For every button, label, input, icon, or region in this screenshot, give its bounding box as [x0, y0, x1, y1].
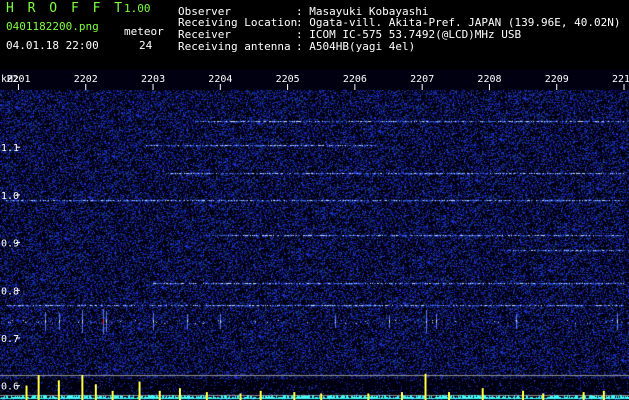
y-axis-ticks: 1.1 1.0 0.9 0.8 0.7 0.6	[1, 143, 20, 393]
meteor-bar	[400, 392, 403, 400]
file-name: 0401182200.png	[6, 20, 99, 33]
y-tick-label: 1.0	[1, 191, 19, 202]
meteor-bar	[111, 390, 114, 400]
meteor-bar	[522, 390, 525, 400]
header-panel: H R O F F T 1.00 0401182200.png 04.01.18…	[0, 0, 629, 70]
meteor-bar	[367, 393, 370, 400]
y-tick-label: 0.8	[1, 286, 19, 297]
meteor-bar	[81, 375, 84, 400]
x-tick-label: 2204	[208, 74, 232, 85]
app-version: 1.00	[124, 2, 151, 15]
app-name: H R O F F T	[6, 1, 126, 16]
meteor-bar	[448, 392, 451, 400]
y-tick-label: 0.9	[1, 239, 19, 250]
y-tick-label: 1.1	[1, 143, 19, 154]
meteor-bar	[259, 390, 262, 400]
y-tick-label: 0.7	[1, 334, 19, 345]
x-tick-label: 2205	[276, 74, 300, 85]
x-tick-label: 2210	[612, 74, 629, 85]
chart-marks	[25, 373, 605, 400]
info-value-antenna: : A504HB(yagi 4el)	[296, 40, 416, 53]
x-tick-label: 2206	[343, 74, 367, 85]
meteor-count: 24	[139, 39, 153, 52]
meteor-bar	[138, 381, 141, 400]
meteor-bar	[239, 393, 242, 400]
x-tick-label: 2202	[74, 74, 98, 85]
y-axis-label: kHz	[1, 74, 19, 85]
meteor-bar	[178, 388, 181, 400]
spectrogram-overlay: 2201220222032204220522062207220822092210…	[1, 74, 629, 400]
info-key-antenna: Receiving antenna	[178, 40, 291, 53]
meteor-label: meteor	[124, 25, 164, 38]
x-axis-ticks: 2201220222032204220522062207220822092210	[6, 74, 629, 90]
meteor-bar	[582, 392, 585, 400]
meteor-bar	[481, 388, 484, 400]
meteor-bar	[25, 385, 28, 400]
meteor-bar	[37, 375, 40, 400]
meteor-bar	[602, 390, 605, 400]
meteor-bar	[205, 392, 208, 400]
meteor-bar	[94, 384, 97, 400]
x-tick-label: 2208	[477, 74, 501, 85]
meteor-bar	[424, 373, 427, 400]
x-tick-label: 2209	[545, 74, 569, 85]
y-tick-label: 0.6	[1, 382, 19, 393]
x-tick-label: 2207	[410, 74, 434, 85]
file-datetime: 04.01.18 22:00	[6, 39, 99, 52]
meteor-bar	[542, 393, 545, 400]
x-tick-label: 2203	[141, 74, 165, 85]
meteor-bar	[320, 393, 323, 400]
meteor-bar	[293, 392, 296, 400]
meteor-bar	[57, 380, 60, 400]
meteor-bar	[158, 390, 161, 400]
